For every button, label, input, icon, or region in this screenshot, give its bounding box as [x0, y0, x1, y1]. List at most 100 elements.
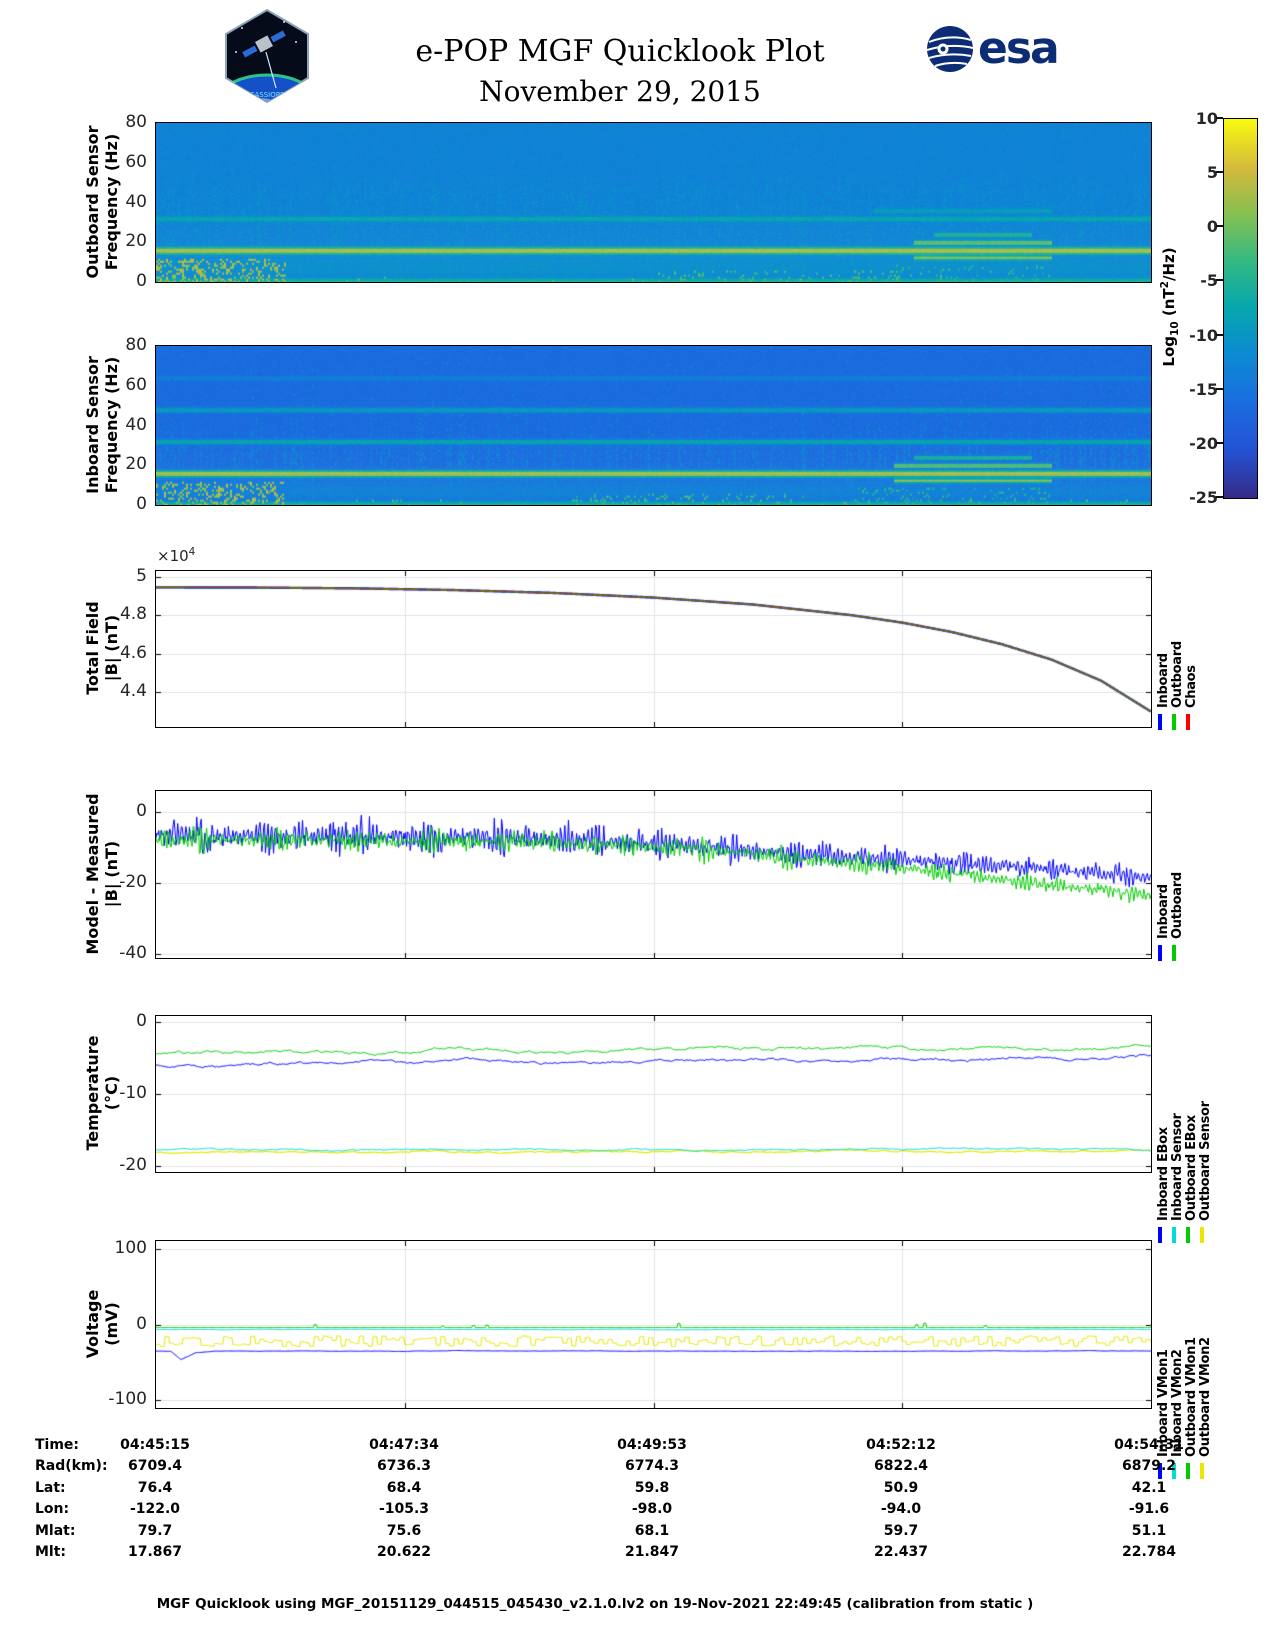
ephem-value: 59.8 — [634, 1479, 670, 1496]
inboard-spectrogram-ylabel: Inboard Sensor Frequency (Hz) — [83, 356, 121, 494]
model-minus-measured-legend-marker — [1158, 945, 1162, 961]
ephem-value: 51.1 — [1131, 1522, 1167, 1539]
temperature-ylabel-line: (°C) — [102, 1075, 121, 1111]
ephem-row-label-lon: Lon: — [35, 1501, 70, 1518]
total-field-canvas — [156, 571, 1151, 727]
ephem-value: 6736.3 — [376, 1458, 432, 1475]
colorbar-tick: -20 — [1189, 433, 1218, 453]
outboard-spectrogram-ylabel-line: Frequency (Hz) — [102, 133, 121, 270]
ephem-row-label-time: Time: — [35, 1437, 80, 1453]
ephem-value: 04:47:34 — [369, 1437, 439, 1453]
outboard-spectrogram-ylabel: Outboard Sensor Frequency (Hz) — [83, 125, 121, 278]
temperature-legend-marker — [1172, 1227, 1176, 1243]
model-minus-measured-ylabel-line: |B| (nT) — [102, 840, 121, 907]
page-title: e-POP MGF Quicklook Plot — [415, 34, 825, 69]
ephem-value: 6822.4 — [873, 1458, 929, 1475]
model-minus-measured-ylabel-line: Model - Measured — [82, 792, 102, 955]
ephem-value: 75.6 — [386, 1522, 422, 1539]
total-field-legend-outboard: Outboard — [1170, 641, 1185, 708]
voltage-ytick: 100 — [114, 1237, 147, 1258]
multiplier-base: ×10 — [157, 547, 189, 565]
ephem-value: 68.1 — [634, 1522, 670, 1539]
total-field-legend-marker — [1172, 714, 1176, 730]
colorbar-label: Log10 (nT2/Hz) — [1159, 247, 1181, 366]
colorbar-tick-mark — [1216, 117, 1223, 119]
title-block: e-POP MGF Quicklook Plot November 29, 20… — [330, 34, 910, 108]
temperature-ylabel-line: Temperature — [82, 1035, 102, 1151]
footer-caption: MGF Quicklook using MGF_20151129_044515_… — [156, 1596, 1034, 1612]
temperature-legend-marker — [1200, 1227, 1204, 1243]
colorbar-tick: -5 — [1200, 271, 1218, 291]
colorbar-label-sub: 10 — [1169, 321, 1181, 336]
model-minus-measured-legend-marker — [1172, 945, 1176, 961]
cassiope-mission-patch: CASSIOPE — [222, 8, 312, 108]
esa-wordmark: esa — [978, 23, 1060, 74]
colorbar-tick: 5 — [1206, 163, 1218, 183]
colorbar-tick: -25 — [1189, 488, 1218, 507]
voltage-ylabel-line: (mV) — [102, 1301, 121, 1346]
total-field-panel — [155, 570, 1152, 728]
ephem-row-label-lat: Lat: — [35, 1479, 66, 1496]
total-field-ylabel-line: |B| (nT) — [102, 614, 121, 682]
colorbar — [1223, 118, 1258, 499]
cassiope-patch-icon: CASSIOPE — [225, 8, 309, 104]
ephem-value: 6774.3 — [624, 1458, 680, 1475]
temperature-ytick: 0 — [136, 1011, 147, 1032]
temperature-ylabel: Temperature (°C) — [83, 1035, 121, 1150]
total-field-legend-marker — [1186, 714, 1190, 730]
total-field-legend-chaos: Chaos — [1184, 665, 1199, 708]
esa-logo: esa — [925, 23, 1060, 74]
ephem-value: 04:49:53 — [617, 1437, 687, 1453]
ephem-value: 68.4 — [386, 1479, 422, 1496]
total-field-legend-marker — [1158, 714, 1162, 730]
colorbar-tick: -15 — [1189, 379, 1218, 399]
ephem-row-label-mlat: Mlat: — [35, 1522, 76, 1539]
colorbar-label-text: (nT — [1160, 288, 1178, 322]
voltage-canvas — [156, 1241, 1151, 1408]
total-field-ytick: 5 — [136, 565, 147, 586]
colorbar-label-sup: 2 — [1159, 281, 1171, 289]
ephem-value: 42.1 — [1131, 1479, 1167, 1496]
inboard-spectrogram-canvas — [156, 346, 1151, 505]
voltage-ylabel-line: Voltage — [82, 1289, 102, 1358]
inboard-spectrogram-ytick: 80 — [125, 335, 147, 355]
ephem-value: 21.847 — [624, 1544, 680, 1560]
temperature-ytick: -20 — [119, 1155, 147, 1176]
ephem-row-label-mlt: Mlt: — [35, 1544, 67, 1560]
colorbar-label-text: Log — [1160, 335, 1178, 367]
ephem-value: 04:54:31 — [1114, 1437, 1184, 1453]
ephem-value: 17.867 — [127, 1544, 183, 1560]
temperature-panel — [155, 1015, 1152, 1173]
total-field-ylabel-line: Total Field — [82, 601, 102, 695]
ephem-value: -94.0 — [880, 1501, 922, 1518]
multiplier-exp: 4 — [188, 546, 196, 558]
ephem-value: -105.3 — [378, 1501, 430, 1518]
esa-globe-icon — [926, 26, 974, 72]
voltage-ylabel: Voltage (mV) — [83, 1289, 121, 1358]
ephem-value: 22.784 — [1121, 1544, 1177, 1560]
page-date: November 29, 2015 — [479, 75, 761, 108]
temperature-legend-marker — [1186, 1227, 1190, 1243]
temperature-legend-inboard-sensor: Inboard Sensor — [1170, 1113, 1185, 1221]
ephem-value: 22.437 — [873, 1544, 929, 1560]
inboard-spectrogram-ytick: 0 — [136, 494, 147, 514]
ephem-value: 59.7 — [883, 1522, 919, 1539]
outboard-spectrogram-panel — [155, 122, 1152, 283]
colorbar-tick-mark — [1216, 225, 1223, 228]
model-minus-measured-ylabel: Model - Measured |B| (nT) — [83, 793, 121, 954]
colorbar-tick: -10 — [1189, 325, 1218, 345]
outboard-spectrogram-canvas — [156, 123, 1151, 282]
total-field-ylabel: Total Field |B| (nT) — [83, 601, 121, 694]
ephem-value: -122.0 — [129, 1501, 181, 1518]
total-field-y-multiplier: ×104 — [157, 546, 195, 565]
voltage-panel — [155, 1240, 1152, 1409]
inboard-spectrogram-panel — [155, 345, 1152, 506]
ephem-value: 04:52:12 — [866, 1437, 936, 1453]
inboard-spectrogram-ylabel-line: Inboard Sensor — [82, 355, 102, 494]
temperature-canvas — [156, 1016, 1151, 1172]
temperature-legend-outboard-sensor: Outboard Sensor — [1198, 1101, 1213, 1221]
colorbar-tick-mark — [1216, 496, 1223, 498]
model-minus-measured-legend-inboard: Inboard — [1156, 884, 1171, 939]
model-minus-measured-legend-outboard: Outboard — [1170, 872, 1185, 939]
ephem-value: 20.622 — [376, 1544, 432, 1560]
